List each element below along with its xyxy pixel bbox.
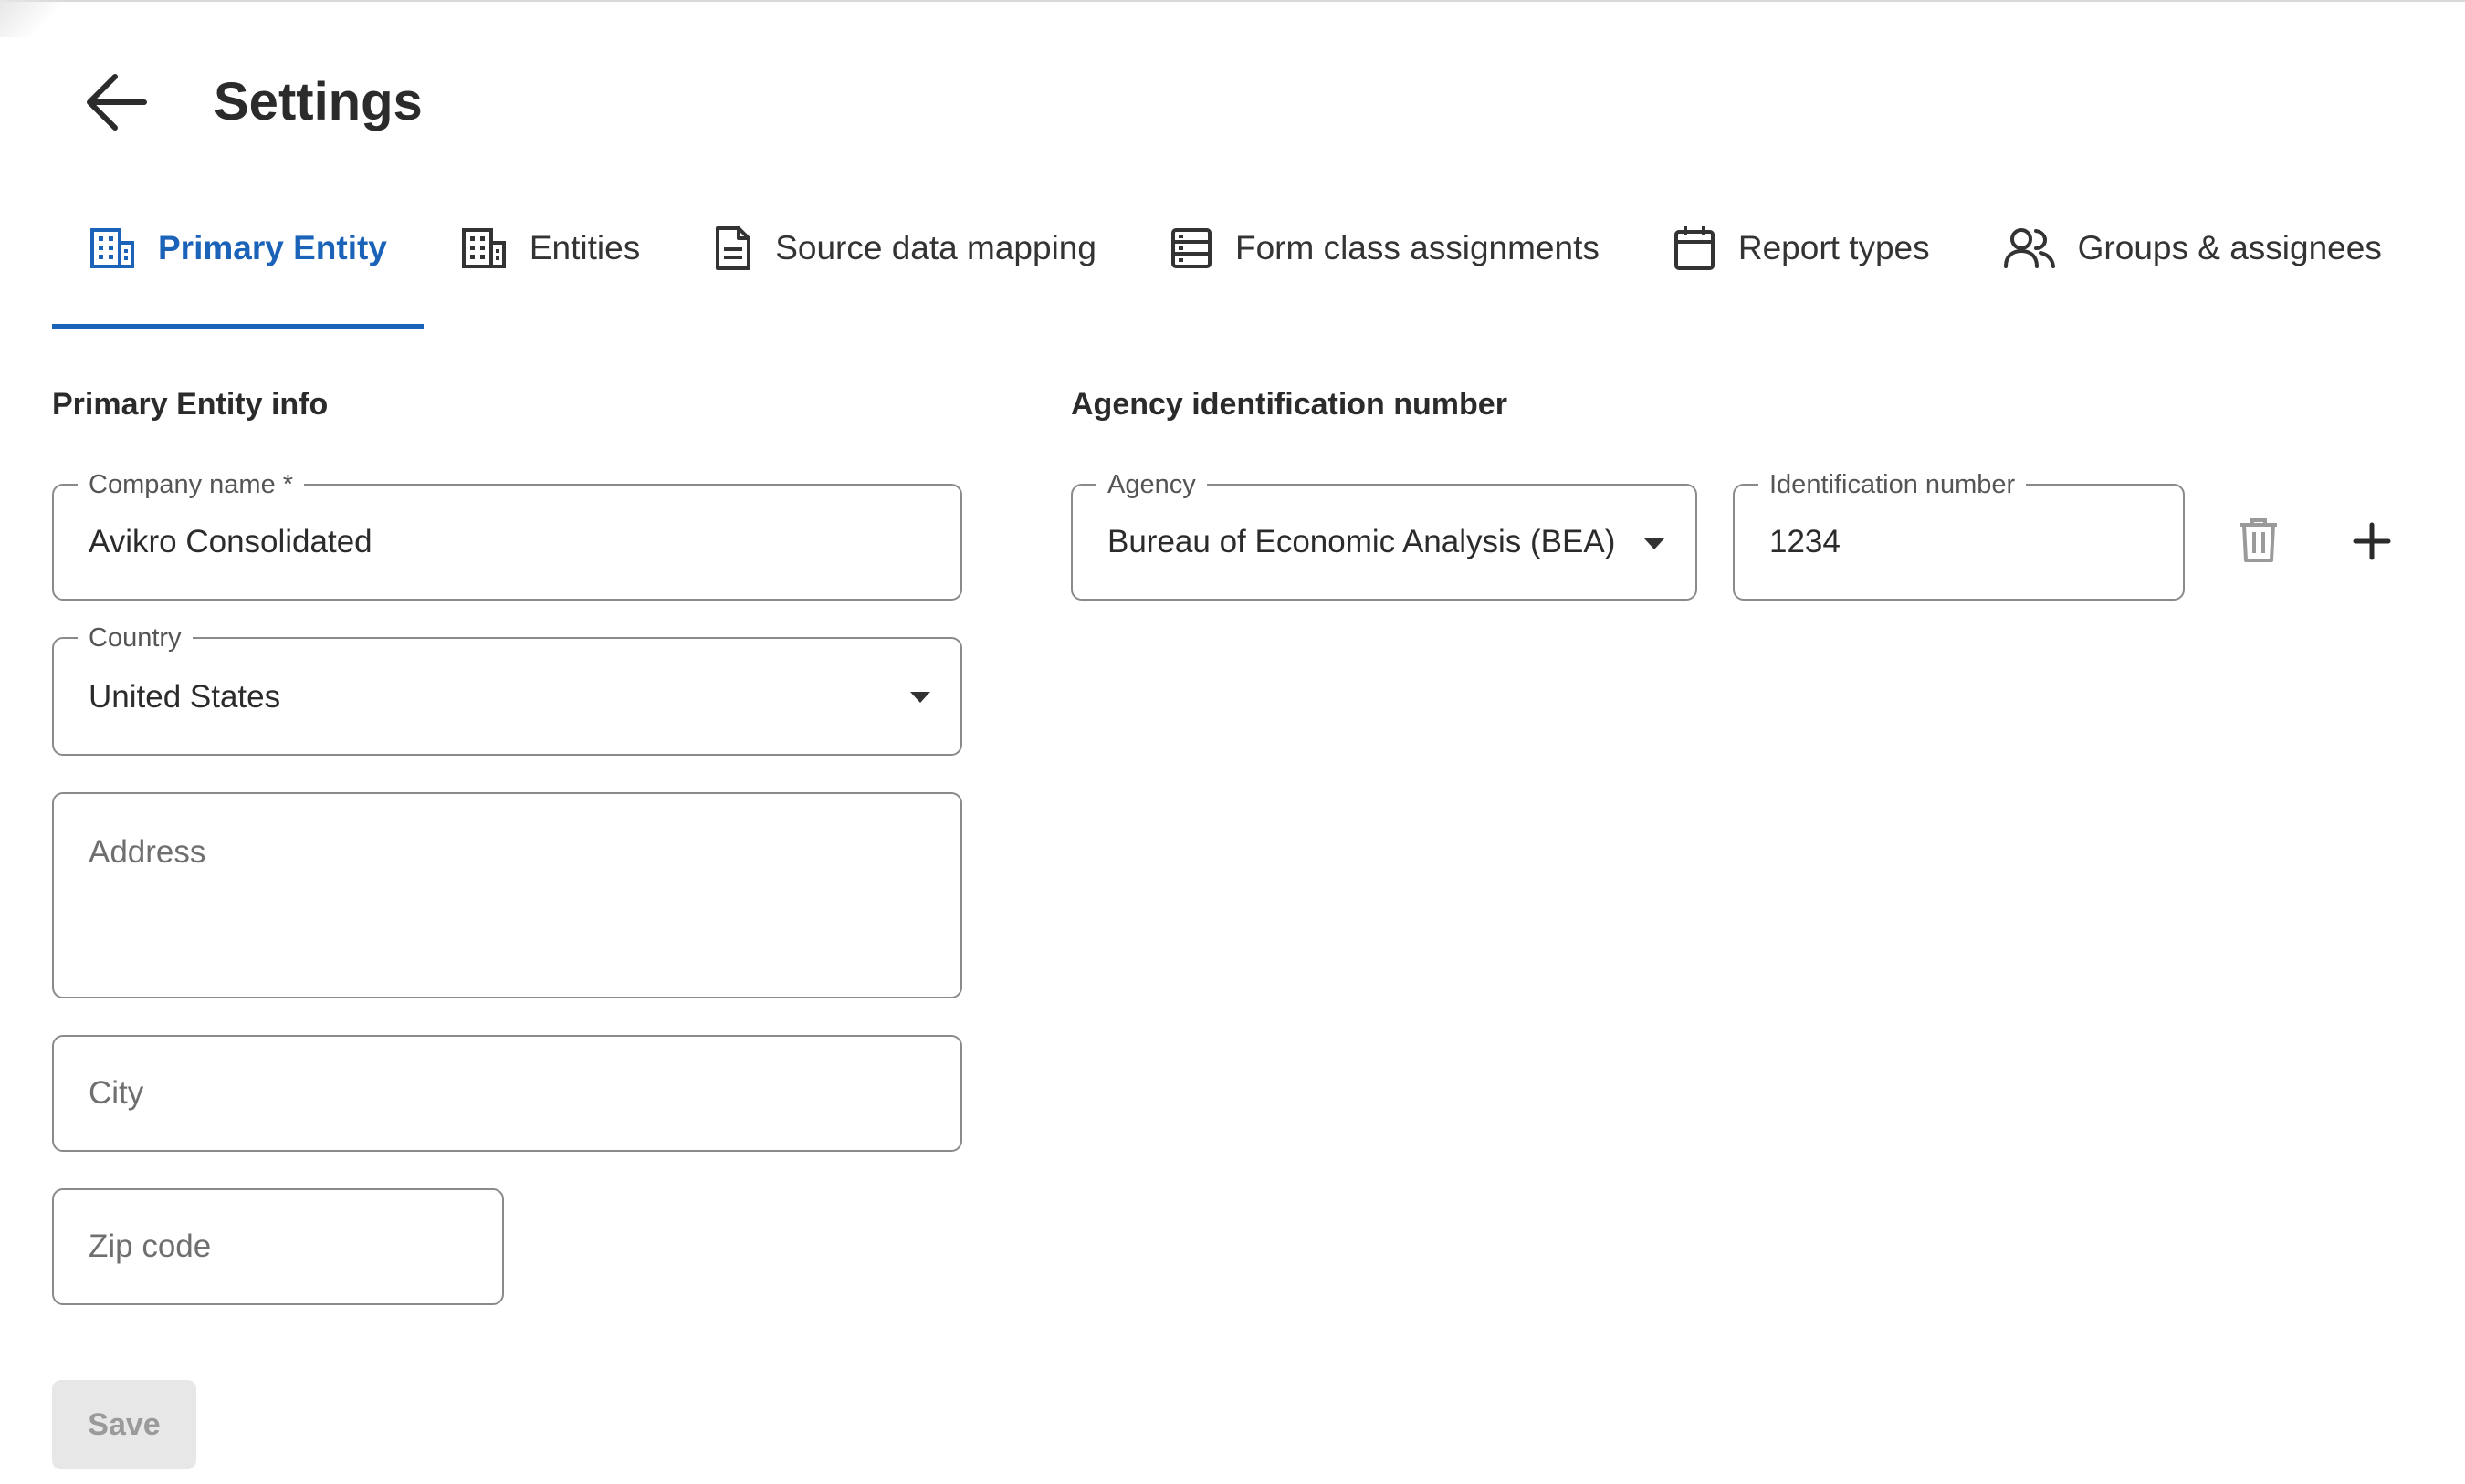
tab-label: Report types: [1737, 229, 1930, 266]
tab-groups-assignees[interactable]: Groups & assignees: [1967, 197, 2418, 299]
address-placeholder: Address: [89, 834, 206, 870]
users-icon: [2003, 228, 2055, 268]
company-name-field[interactable]: Company name * Avikro Consolidated: [52, 470, 962, 601]
zip-code-placeholder: Zip code: [89, 1228, 212, 1264]
tab-entities[interactable]: Entities: [424, 197, 677, 299]
agency-value: Bureau of Economic Analysis (BEA): [1107, 524, 1616, 559]
add-agency-button[interactable]: [2346, 516, 2397, 567]
chevron-down-icon: [910, 692, 930, 703]
zip-code-field[interactable]: Zip code: [52, 1188, 504, 1305]
agency-section-title: Agency identification number: [1071, 387, 1507, 422]
tab-label: Form class assignments: [1234, 229, 1600, 266]
building-icon: [461, 228, 506, 268]
tab-label: Groups & assignees: [2077, 229, 2382, 266]
page-title: Settings: [214, 72, 423, 131]
document-icon: [716, 226, 751, 270]
company-name-label: Company name *: [78, 470, 305, 499]
save-button[interactable]: Save: [52, 1380, 196, 1469]
identification-number-label: Identification number: [1758, 470, 2027, 499]
agency-select[interactable]: Agency Bureau of Economic Analysis (BEA): [1071, 470, 1697, 601]
address-field[interactable]: Address: [52, 792, 962, 998]
tab-label: Source data mapping: [775, 229, 1096, 266]
country-select[interactable]: Country United States: [52, 623, 962, 756]
delete-button[interactable]: [2235, 511, 2282, 570]
settings-tabs: Primary Entity Entities Source data mapp…: [52, 197, 2418, 329]
calendar-icon: [1673, 226, 1715, 270]
tab-label: Entities: [529, 229, 641, 266]
tab-form-class-assignments[interactable]: Form class assignments: [1133, 197, 1636, 299]
chevron-down-icon: [1644, 538, 1664, 549]
tab-source-data-mapping[interactable]: Source data mapping: [677, 197, 1133, 299]
country-label: Country: [78, 623, 193, 653]
arrow-left-icon: [87, 74, 147, 131]
identification-number-value: 1234: [1769, 524, 1841, 559]
primary-entity-section-title: Primary Entity info: [52, 387, 329, 422]
trash-icon: [2240, 518, 2277, 562]
agency-label: Agency: [1096, 470, 1207, 499]
tab-report-types[interactable]: Report types: [1636, 197, 1967, 299]
corner-shadow: [0, 0, 64, 37]
plus-icon: [2353, 522, 2391, 560]
tab-primary-entity[interactable]: Primary Entity: [52, 197, 424, 329]
city-placeholder: City: [89, 1075, 144, 1111]
list-icon: [1170, 228, 1212, 268]
back-button[interactable]: [75, 64, 159, 141]
company-name-value: Avikro Consolidated: [89, 524, 372, 559]
tab-label: Primary Entity: [158, 229, 387, 266]
city-field[interactable]: City: [52, 1035, 962, 1152]
identification-number-field[interactable]: Identification number 1234: [1733, 470, 2185, 601]
building-icon: [90, 228, 134, 268]
country-value: United States: [89, 679, 281, 715]
top-divider: [0, 0, 2465, 2]
